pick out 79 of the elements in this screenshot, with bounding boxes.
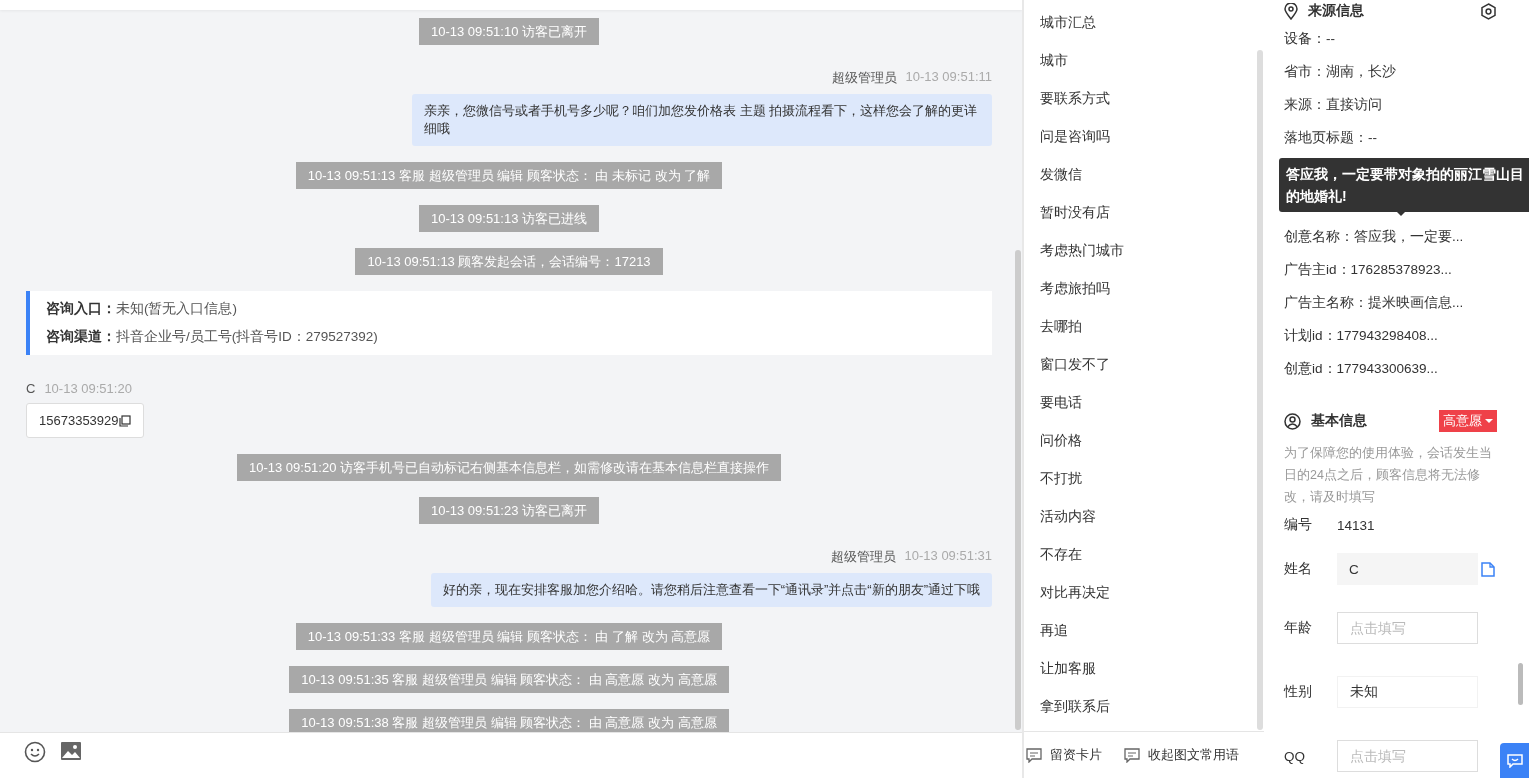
quick-reply-item[interactable]: 城市汇总	[1040, 4, 1096, 42]
message-time: 10-13 09:51:11	[905, 69, 992, 86]
chat-button[interactable]	[1500, 743, 1529, 778]
field-label: 年龄	[1284, 619, 1313, 637]
notice-text: 为了保障您的使用体验，会话发生当日的24点之后，顾客信息将无法修改，请及时填写	[1284, 445, 1493, 506]
user-icon	[1284, 412, 1301, 430]
input-field[interactable]: 点击填写	[1337, 740, 1478, 772]
quick-reply-item[interactable]: 问是咨询吗	[1040, 118, 1110, 156]
copy-icon[interactable]	[1481, 561, 1495, 577]
quick-reply-item[interactable]: 问价格	[1040, 422, 1082, 460]
quick-reply-item[interactable]: 拿到联系后	[1040, 688, 1110, 726]
system-message: 10-13 09:51:23 访客已离开	[418, 497, 600, 524]
field-label: 编号	[1284, 516, 1313, 534]
status-dropdown[interactable]: 高意愿	[1439, 410, 1497, 432]
section-title: 来源信息	[1308, 2, 1365, 20]
tooltip: 答应我，一定要带对象拍的丽江雪山目的地婚礼!	[1279, 158, 1529, 212]
system-message: 10-13 09:51:13 顾客发起会话，会话编号：17213	[355, 248, 663, 275]
input-field[interactable]: 点击填写	[1337, 612, 1478, 644]
system-message: 10-13 09:51:13 客服 超级管理员 编辑 顾客状态： 由 未标记 改为 了解	[295, 162, 723, 189]
quick-reply-item[interactable]: 不存在	[1040, 536, 1082, 574]
quick-reply-item[interactable]: 暂时没有店	[1040, 194, 1110, 232]
system-message: 10-13 09:51:20 访客手机号已自动标记右侧基本信息栏，如需修改请在基本信息栏直接操作	[236, 454, 782, 481]
action-button[interactable]: 留资卡片	[1026, 746, 1102, 764]
info-line: 咨询渠道：抖音企业号/员工号(抖音号ID：279527392)	[46, 328, 379, 346]
copy-icon[interactable]	[118, 414, 131, 427]
comment-icon	[1124, 747, 1140, 763]
quick-reply-item[interactable]: 再追	[1040, 612, 1068, 650]
comment-icon	[1026, 747, 1042, 763]
quick-reply-item[interactable]: 去哪拍	[1040, 308, 1082, 346]
input-field[interactable]: C	[1337, 553, 1478, 585]
info-row-text: 广告主名称：提米映画信息...	[1284, 294, 1465, 312]
phone-number: 15673353929	[39, 413, 119, 428]
quick-reply-item[interactable]: 城市	[1040, 42, 1068, 80]
system-message: 10-13 09:51:13 访客已进线	[418, 205, 600, 232]
quick-reply-item[interactable]: 要联系方式	[1040, 80, 1110, 118]
quick-reply-item[interactable]: 要电话	[1040, 384, 1082, 422]
image-icon[interactable]	[60, 741, 82, 761]
info-row-text: 创意名称：答应我，一定要...	[1284, 228, 1465, 246]
quick-reply-item[interactable]: 活动内容	[1040, 498, 1096, 536]
field-value: 14131	[1337, 517, 1375, 533]
scrollbar-thumb[interactable]	[1518, 663, 1523, 705]
location-pin-icon	[1284, 2, 1298, 20]
info-row-text: 省市：湖南，长沙	[1284, 63, 1397, 81]
system-message: 10-13 09:51:35 客服 超级管理员 编辑 顾客状态： 由 高意愿 改为 高意愿	[289, 666, 729, 693]
quick-reply-item[interactable]: 考虑旅拍吗	[1040, 270, 1110, 308]
field-label: QQ	[1284, 748, 1306, 764]
sender-name: C	[26, 381, 36, 396]
emoji-icon[interactable]	[24, 741, 46, 763]
quick-reply-item[interactable]: 让加客服	[1040, 650, 1096, 688]
quick-reply-item[interactable]: 考虑热门城市	[1040, 232, 1124, 270]
scrollbar-thumb[interactable]	[1257, 50, 1263, 730]
scrollbar-thumb[interactable]	[1015, 250, 1021, 730]
info-row-text: 创意id：177943300639...	[1284, 360, 1439, 378]
info-row-text: 计划id：177943298408...	[1284, 327, 1439, 345]
quick-reply-item[interactable]: 窗口发不了	[1040, 346, 1110, 384]
message-time: 10-13 09:51:31	[904, 548, 992, 565]
message-bubble: 好的亲，现在安排客服加您介绍哈。请您稍后注意查看一下“通讯录”并点击“新的朋友”通过下哦	[430, 573, 992, 607]
settings-icon[interactable]	[1480, 2, 1497, 20]
section-title: 基本信息	[1311, 412, 1368, 430]
sender-name: 超级管理员	[831, 69, 897, 87]
info-line: 咨询入口：未知(暂无入口信息)	[46, 300, 238, 318]
field-label: 性别	[1284, 683, 1313, 701]
quick-reply-item[interactable]: 不打扰	[1040, 460, 1082, 498]
action-button[interactable]: 收起图文常用语	[1124, 746, 1239, 764]
select-field[interactable]: 未知	[1337, 676, 1478, 708]
message-bubble: 亲亲，您微信号或者手机号多少呢？咱们加您发价格表 主题 拍摄流程看下，这样您会了解的更详细哦	[412, 94, 992, 146]
system-message: 10-13 09:51:38 客服 超级管理员 编辑 顾客状态： 由 高意愿 改为 高意愿	[289, 709, 729, 732]
info-row-text: 设备：--	[1284, 30, 1336, 48]
system-message: 10-13 09:51:33 客服 超级管理员 编辑 顾客状态： 由 了解 改为 高意愿	[295, 623, 723, 650]
chat-icon	[1506, 754, 1523, 768]
info-row-text: 落地页标题：--	[1284, 129, 1378, 147]
sender-name: 超级管理员	[830, 548, 896, 566]
quick-reply-item[interactable]: 对比再决定	[1040, 574, 1110, 612]
system-message: 10-13 09:51:10 访客已离开	[418, 18, 600, 45]
quick-reply-item[interactable]: 发微信	[1040, 156, 1082, 194]
info-row-text: 广告主id：176285378923...	[1284, 261, 1453, 279]
message-time: 10-13 09:51:20	[44, 381, 132, 396]
field-label: 姓名	[1284, 560, 1313, 578]
info-row-text: 来源：直接访问	[1284, 96, 1383, 114]
